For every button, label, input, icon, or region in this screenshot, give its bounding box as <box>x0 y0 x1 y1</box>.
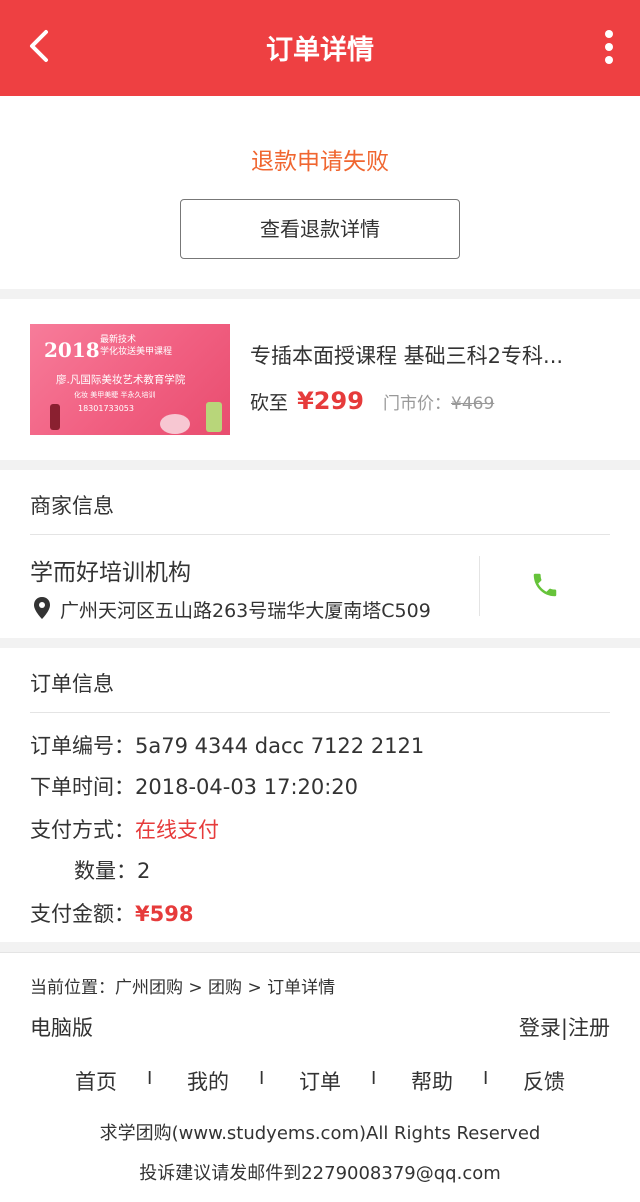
market-price-label: 门市价： <box>383 394 451 414</box>
order-time: 2018-04-03 17:20:20 <box>135 775 359 799</box>
nav-separator: I <box>483 1068 489 1089</box>
complaint-email-text: 投诉建议请发邮件到2279008379@qq.com <box>139 1163 501 1184</box>
quantity: 2 <box>137 859 151 883</box>
copyright-text: 求学团购(www.studyems.com)All Rights Reserve… <box>99 1123 541 1144</box>
payment-method: 在线支付 <box>135 818 219 842</box>
merchant-section: 商家信息 学而好培训机构 广州天河区五山路263号瑞华大厦南塔C509 <box>0 470 640 638</box>
section-title-merchant: 商家信息 <box>30 494 114 518</box>
divider <box>30 712 610 713</box>
footer-nav-orders[interactable]: 订单 <box>280 1066 360 1096</box>
image-phone: 18301733053 <box>78 404 134 413</box>
footer-nav-mine[interactable]: 我的 <box>168 1066 248 1096</box>
order-number: 5a79 4344 dacc 7122 2121 <box>135 734 425 758</box>
auth-separator: | <box>560 1016 568 1040</box>
more-vertical-icon[interactable] <box>602 30 616 66</box>
cosmetics-decoration <box>160 414 190 434</box>
merchant-name[interactable]: 学而好培训机构 <box>30 553 191 587</box>
nav-separator: I <box>147 1068 153 1089</box>
image-year: 2018 <box>44 338 100 362</box>
page-title: 订单详情 <box>266 35 374 66</box>
product-card[interactable]: 2018 最新技术 学化妆送美甲课程 廖.凡国际美妆艺术教育学院 化妆 美甲美睫… <box>0 299 640 460</box>
order-info-section: 订单信息 订单编号：5a79 4344 dacc 7122 2121 下单时间：… <box>0 648 640 942</box>
pc-version-link[interactable]: 电脑版 <box>30 1012 93 1042</box>
footer-nav-feedback[interactable]: 反馈 <box>504 1066 584 1096</box>
footer-nav-home[interactable]: 首页 <box>56 1066 136 1096</box>
footer-nav: 首页 I 我的 I 订单 I 帮助 I 反馈 <box>0 1066 640 1096</box>
view-refund-details-button[interactable]: 查看退款详情 <box>180 199 460 259</box>
image-courses: 化妆 美甲美睫 半永久培训 <box>74 391 156 399</box>
image-school: 廖.凡国际美妆艺术教育学院 <box>56 374 186 386</box>
refund-status-section: 退款申请失败 查看退款详情 <box>0 96 640 289</box>
lipstick-decoration <box>50 404 60 430</box>
price-row: 砍至 ¥299 门市价：¥469 <box>250 387 494 415</box>
payment-method-row: 支付方式：在线支付 <box>30 818 219 842</box>
divider <box>30 534 610 535</box>
divider-vertical <box>479 556 480 616</box>
market-price: ¥469 <box>451 394 495 414</box>
payment-amount-row: 支付金额：¥598 <box>30 902 194 926</box>
bottle-decoration <box>206 402 222 432</box>
register-link[interactable]: 注册 <box>568 1016 610 1040</box>
cut-label: 砍至 <box>250 392 289 414</box>
image-badge: 最新技术 学化妆送美甲课程 <box>100 335 173 357</box>
map-pin-icon <box>34 597 50 619</box>
phone-icon[interactable] <box>530 570 560 600</box>
login-link[interactable]: 登录 <box>519 1016 561 1040</box>
order-time-row: 下单时间：2018-04-03 17:20:20 <box>30 775 359 799</box>
quantity-row: 数量：2 <box>74 859 151 883</box>
refund-status-text: 退款申请失败 <box>251 149 389 175</box>
payment-amount: ¥598 <box>135 902 194 926</box>
nav-separator: I <box>259 1068 265 1089</box>
section-title-order: 订单信息 <box>30 672 114 696</box>
product-image[interactable]: 2018 最新技术 学化妆送美甲课程 廖.凡国际美妆艺术教育学院 化妆 美甲美睫… <box>30 324 230 435</box>
app-header: 订单详情 <box>0 0 640 96</box>
merchant-address[interactable]: 广州天河区五山路263号瑞华大厦南塔C509 <box>60 596 431 623</box>
order-number-row: 订单编号：5a79 4344 dacc 7122 2121 <box>30 734 425 758</box>
breadcrumb[interactable]: 当前位置：广州团购 > 团购 > 订单详情 <box>30 973 335 998</box>
product-price: ¥299 <box>297 387 364 415</box>
product-name[interactable]: 专插本面授课程 基础三科2专科... <box>250 340 610 370</box>
footer-nav-help[interactable]: 帮助 <box>392 1066 472 1096</box>
nav-separator: I <box>371 1068 377 1089</box>
auth-links: 登录|注册 <box>519 1012 610 1042</box>
page-footer: 当前位置：广州团购 > 团购 > 订单详情 电脑版 登录|注册 首页 I 我的 … <box>0 952 640 1202</box>
